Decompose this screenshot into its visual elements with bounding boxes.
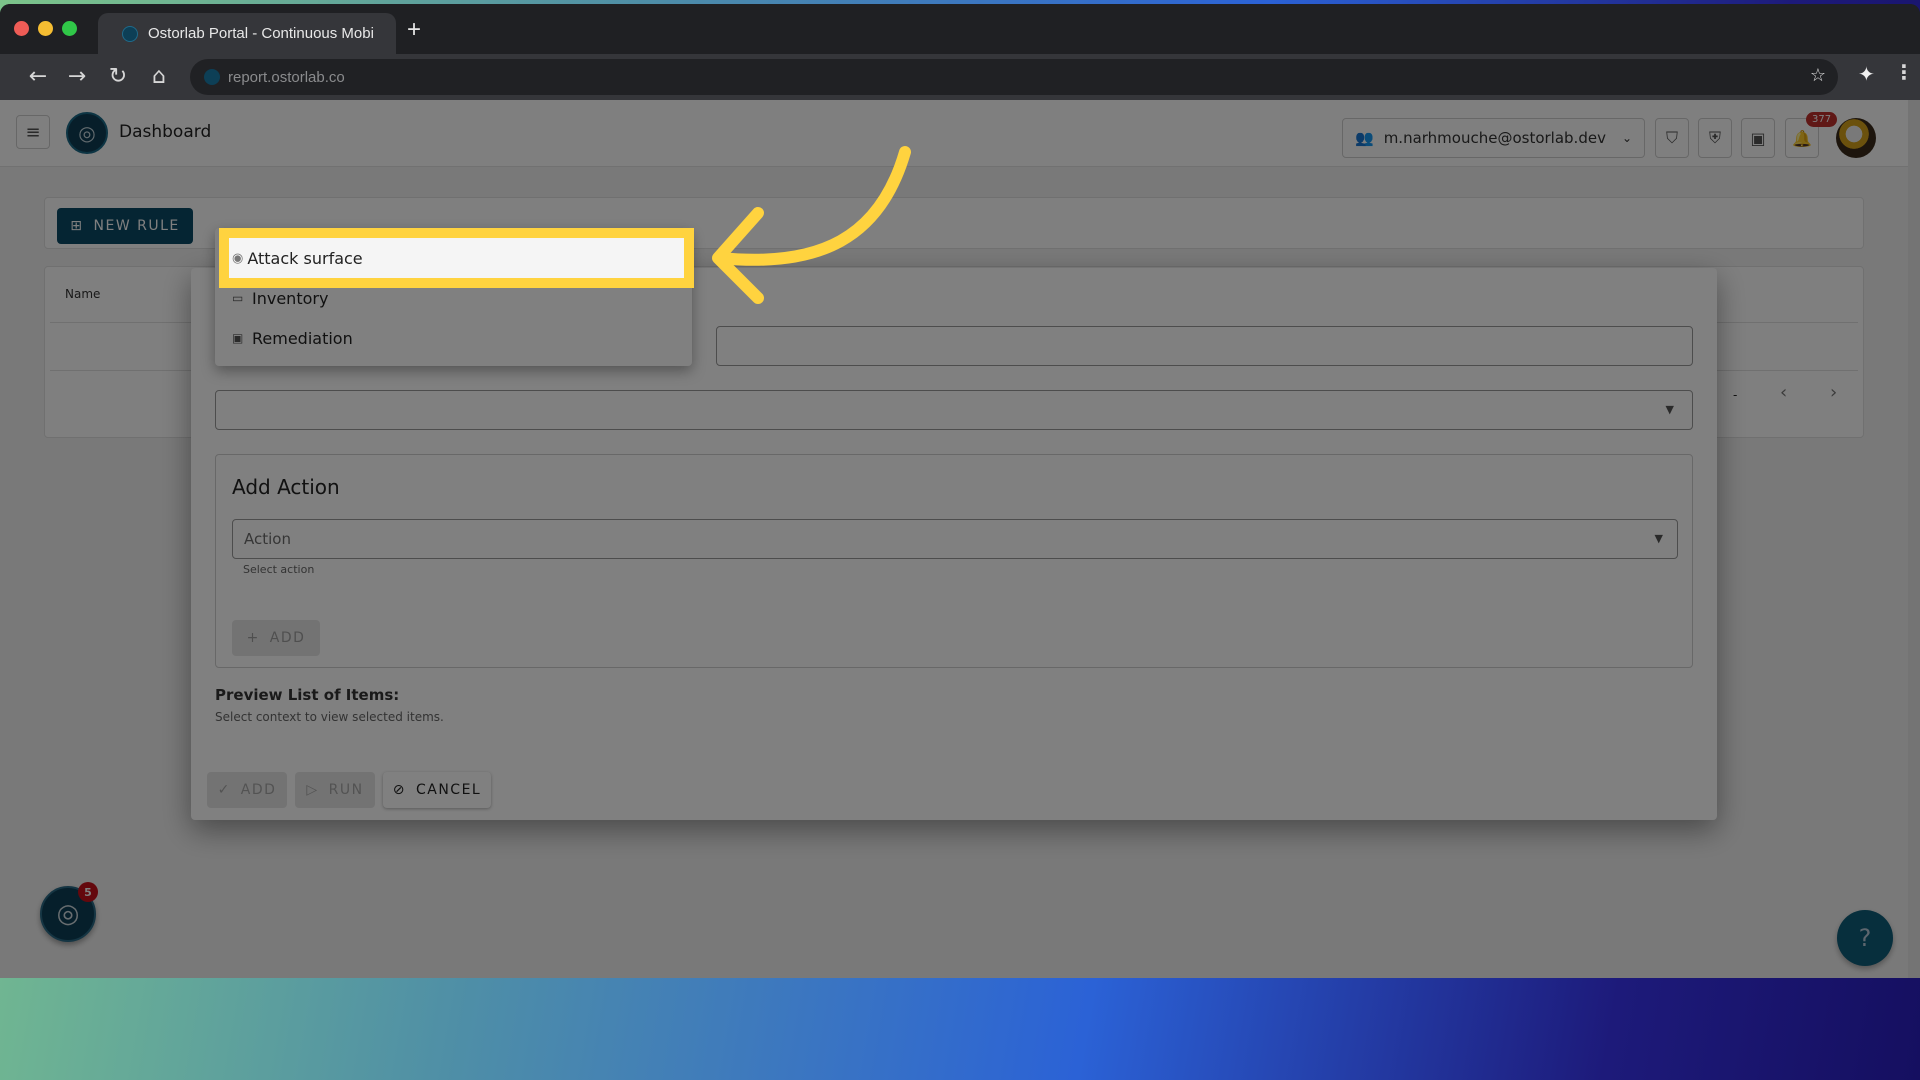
site-favicon-icon: [204, 69, 220, 85]
caret-down-icon: ▼: [1654, 532, 1663, 545]
run-label: RUN: [328, 782, 364, 798]
new-tab-button[interactable]: +: [407, 16, 421, 44]
tab-title: Ostorlab Portal - Continuous Mobi: [148, 25, 374, 42]
rule-name-input[interactable]: [716, 326, 1693, 366]
run-rule-button[interactable]: ▷ RUN: [295, 772, 375, 808]
add-action-label: ADD: [269, 630, 306, 646]
calendar-icon: ▭: [232, 291, 244, 305]
plus-icon: +: [246, 630, 260, 646]
menu-item-label: Remediation: [252, 328, 353, 348]
browser-toolbar: ← → ↻ ⌂ report.ostorlab.co ☆ ✦ ⋮: [0, 54, 1920, 100]
menu-item-label: Inventory: [252, 288, 329, 308]
caret-down-icon: ▼: [1665, 403, 1674, 416]
browser-window: Ostorlab Portal - Continuous Mobi + ← → …: [0, 4, 1920, 978]
bookmark-star-icon[interactable]: ☆: [1810, 65, 1826, 86]
action-placeholder: Action: [244, 530, 291, 548]
menu-item-label: Attack surface: [247, 248, 363, 268]
maximize-window-button[interactable]: [62, 21, 77, 36]
play-icon: ▷: [306, 782, 319, 798]
reload-icon[interactable]: ↻: [104, 62, 132, 90]
extensions-puzzle-icon[interactable]: ✦: [1858, 62, 1875, 86]
cancel-label: CANCEL: [415, 782, 482, 798]
ticket-icon: ▣: [232, 331, 244, 345]
home-icon[interactable]: ⌂: [145, 62, 173, 90]
address-bar[interactable]: report.ostorlab.co ☆: [190, 59, 1838, 95]
close-window-button[interactable]: [14, 21, 29, 36]
browser-tab-active[interactable]: Ostorlab Portal - Continuous Mobi: [98, 13, 396, 54]
cancel-circle-icon: ⊘: [392, 782, 406, 798]
radar-icon: ◉: [232, 250, 244, 266]
tab-strip: Ostorlab Portal - Continuous Mobi +: [0, 4, 1920, 54]
action-select[interactable]: Action ▼: [232, 519, 1678, 559]
action-helper-text: Select action: [243, 563, 315, 576]
add-label: ADD: [240, 782, 277, 798]
add-action-button[interactable]: + ADD: [232, 620, 320, 656]
check-icon: ✓: [217, 782, 231, 798]
context-select[interactable]: ▼: [215, 390, 1693, 430]
minimize-window-button[interactable]: [38, 21, 53, 36]
browser-menu-icon[interactable]: ⋮: [1894, 60, 1914, 84]
menu-item-attack-surface[interactable]: ◉ Attack surface: [229, 238, 684, 278]
menu-item-remediation[interactable]: ▣ Remediation: [215, 318, 692, 358]
preview-subtitle: Select context to view selected items.: [215, 710, 444, 724]
annotation-arrow: [712, 146, 911, 304]
forward-icon[interactable]: →: [63, 62, 91, 90]
add-action-section: Add Action Action ▼ Select action + ADD: [215, 454, 1693, 668]
preview-title: Preview List of Items:: [215, 686, 400, 704]
cancel-button[interactable]: ⊘ CANCEL: [383, 772, 491, 808]
annotation-arrow-curve: [714, 146, 911, 266]
add-rule-button[interactable]: ✓ ADD: [207, 772, 287, 808]
add-action-title: Add Action: [232, 475, 340, 499]
url-text: report.ostorlab.co: [228, 68, 345, 86]
ostorlab-favicon-icon: [122, 25, 138, 42]
back-icon[interactable]: ←: [24, 62, 52, 90]
